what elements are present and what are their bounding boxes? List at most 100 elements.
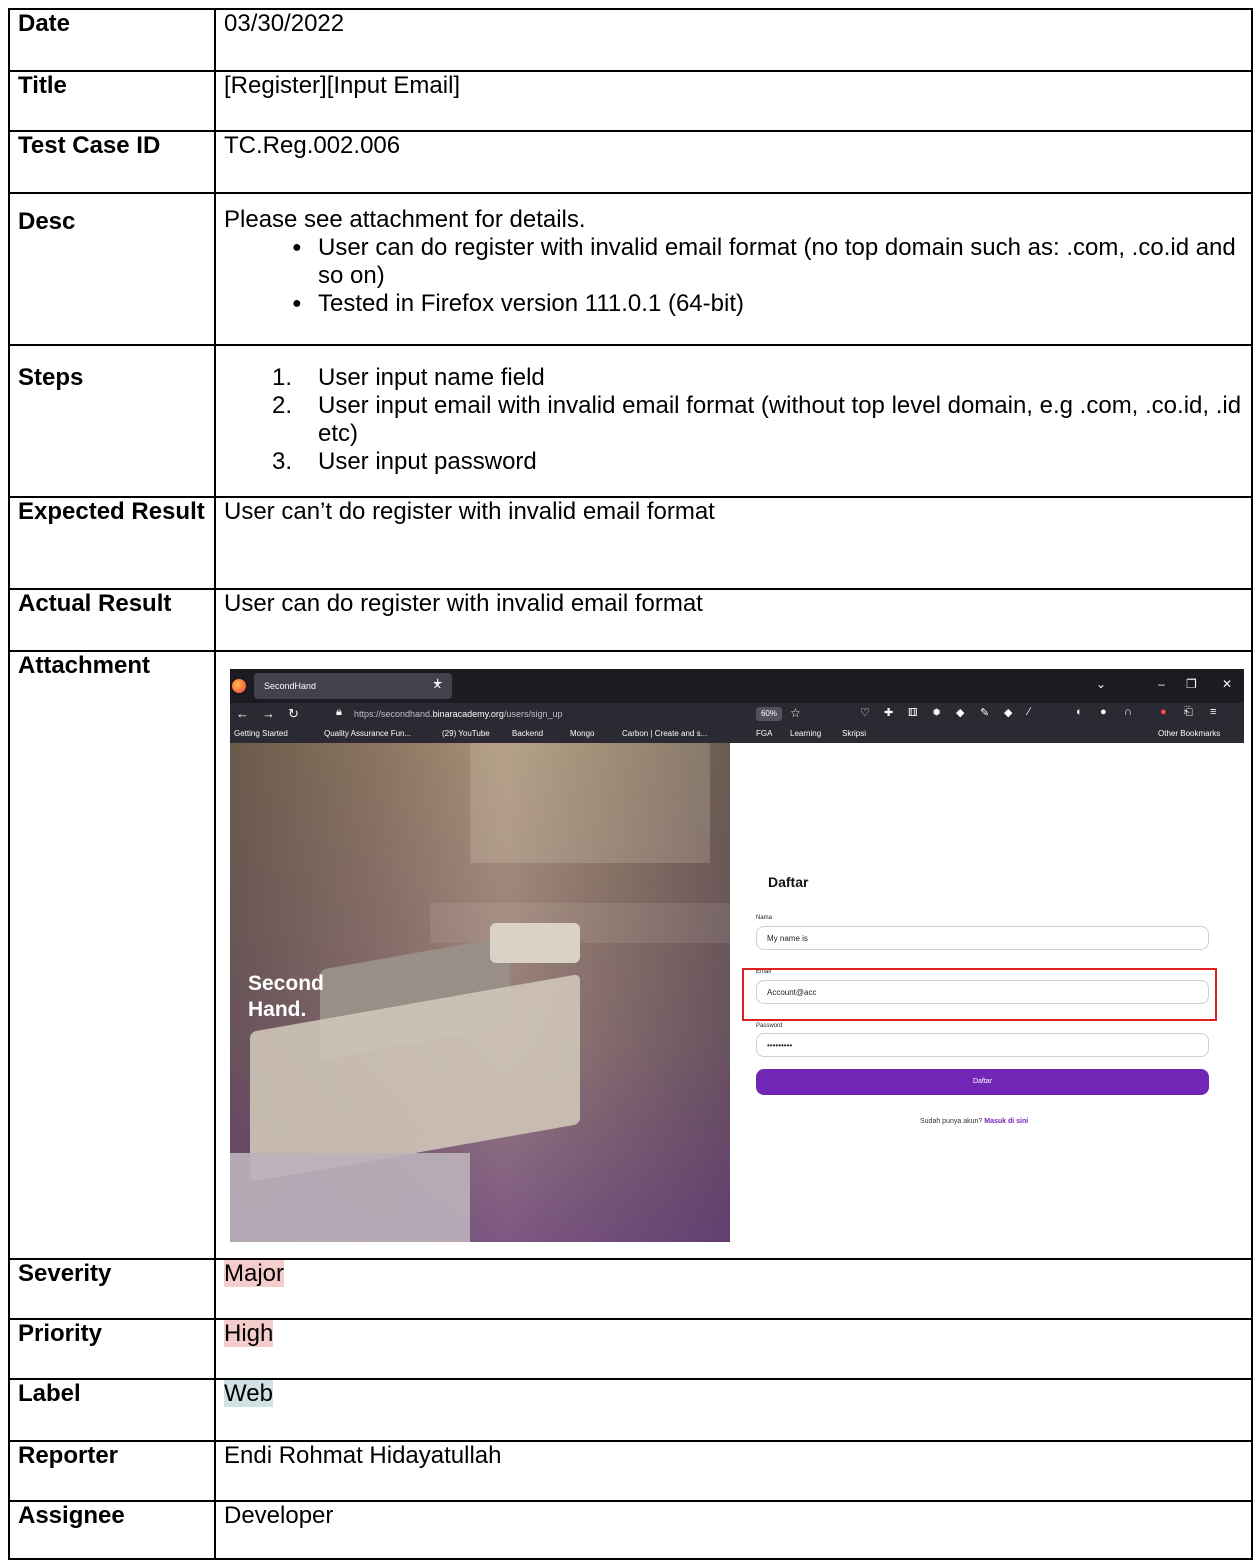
new-tab-icon[interactable]: + [433,675,442,693]
cash-register-display [490,923,580,963]
password-label: Password [756,1023,783,1029]
desc-bullets: User can do register with invalid email … [224,234,1243,318]
bookmark-item[interactable]: Backend [512,725,543,743]
attachment-label: Attachment [8,650,216,1260]
chevron-down-icon[interactable]: ⌄ [1096,677,1106,691]
steps-value: 1. User input name field 2. User input em… [214,344,1253,498]
actual-result-value: User can do register with invalid email … [214,588,1253,652]
step-item: 3. User input password [272,448,1243,476]
row-date: Date 03/30/2022 [8,8,1253,72]
desc-value: Please see attachment for details. User … [214,192,1253,346]
signin-prompt: Sudah punya akun? Masuk di sini [920,1118,1028,1125]
bookmark-star-icon[interactable]: ☆ [790,706,801,720]
close-window-icon[interactable]: ✕ [1222,677,1232,691]
bookmark-item[interactable]: (29) YouTube [442,725,490,743]
row-severity: Severity Major [8,1258,1253,1320]
bookmark-item[interactable]: Mongo [570,725,594,743]
steps-label: Steps [8,344,216,498]
priority-label: Priority [8,1318,216,1380]
desc-bullet: Tested in Firefox version 111.0.1 (64-bi… [292,290,1243,318]
restore-icon[interactable]: ❐ [1186,677,1197,691]
minimize-icon[interactable]: – [1158,677,1165,691]
extension-icon[interactable]: ◆ [956,706,964,719]
browser-tab[interactable]: SecondHand ✕ [254,673,452,699]
test-case-id-value: TC.Reg.002.006 [214,130,1253,194]
back-icon[interactable]: ← [236,706,249,721]
metamask-icon[interactable]: ◆ [1004,706,1012,719]
bookmark-item[interactable]: Quality Assurance Fun... [324,725,411,743]
severity-badge: Major [224,1260,285,1287]
step-text: User input password [318,448,537,475]
menu-icon[interactable]: ≡ [1210,706,1216,718]
extension-icon[interactable]: ⚅ [908,706,918,719]
row-test-case-id: Test Case ID TC.Reg.002.006 [8,130,1253,194]
date-value: 03/30/2022 [214,8,1253,72]
extension-icon[interactable]: ● [1160,706,1167,718]
extension-icon[interactable]: ∕ [1028,706,1030,718]
steps-list: 1. User input name field 2. User input em… [224,364,1243,476]
test-case-id-label: Test Case ID [8,130,216,194]
hero-photo: Second Hand. [230,743,730,1242]
browser-tab-bar: SecondHand ✕ + ⌄ – ❐ ✕ [230,669,1244,703]
step-number: 3. [272,448,293,475]
forward-icon[interactable]: → [262,706,275,721]
row-priority: Priority High [8,1318,1253,1380]
row-actual-result: Actual Result User can do register with … [8,588,1253,652]
bookmark-item[interactable]: FGA [756,725,772,743]
step-number: 2. [272,392,293,419]
row-label: Label Web [8,1378,1253,1442]
signin-text: Sudah punya akun? [920,1118,983,1125]
bookshelf [470,743,710,863]
desc-label: Desc [8,192,216,346]
label-label: Label [8,1378,216,1442]
extension-icon[interactable]: ✹ [932,706,941,719]
other-bookmarks[interactable]: Other Bookmarks [1158,725,1220,743]
url-domain: binaracademy.org [432,709,504,719]
row-desc: Desc Please see attachment for details. … [8,192,1253,346]
firefox-logo-icon [232,679,246,693]
lock-icon: 🔒︎ [336,706,342,718]
severity-value: Major [214,1258,1253,1320]
step-item: 1. User input name field [272,364,1243,392]
reporter-label: Reporter [8,1440,216,1502]
title-label: Title [8,70,216,132]
extension-icon[interactable]: ✚ [884,706,893,719]
title-value: [Register][Input Email] [214,70,1253,132]
zoom-level[interactable]: 60% [756,707,782,721]
register-button[interactable]: Daftar [756,1069,1209,1095]
extension-icon[interactable]: ● [1100,706,1107,718]
attachment-screenshot: SecondHand ✕ + ⌄ – ❐ ✕ ← → ↻ 🔒︎ https://… [230,669,1244,1242]
bookshelf [430,903,730,943]
reporter-value: Endi Rohmat Hidayatullah [214,1440,1253,1502]
severity-label: Severity [8,1258,216,1320]
bookmark-item[interactable]: Learning [790,725,821,743]
extension-icon[interactable]: ◐ [1076,706,1083,718]
desc-intro: Please see attachment for details. [224,206,586,233]
step-number: 1. [272,364,293,391]
label-value: Web [214,1378,1253,1442]
browser-nav-bar: ← → ↻ 🔒︎ https://secondhand.binaracademy… [230,703,1244,725]
extension-icon[interactable]: ✎ [980,706,989,719]
label-badge: Web [224,1380,273,1407]
assignee-value: Developer [214,1500,1253,1560]
extensions-puzzle-icon[interactable]: ⎗ [1184,706,1193,719]
url-bar[interactable]: https://secondhand.binaracademy.org/user… [354,706,774,722]
step-text: User input email with invalid email form… [318,392,1242,447]
pocket-icon[interactable]: ♡ [860,706,870,719]
cash-drawer [230,1153,470,1242]
priority-value: High [214,1318,1253,1380]
password-input[interactable]: ••••••••• [756,1033,1209,1057]
row-title: Title [Register][Input Email] [8,70,1253,132]
row-assignee: Assignee Developer [8,1500,1253,1560]
extension-icon[interactable]: ∩ [1124,706,1132,718]
brand-line: Hand. [248,998,307,1021]
bookmark-item[interactable]: Skripsi [842,725,866,743]
row-expected-result: Expected Result User can’t do register w… [8,496,1253,590]
signin-link[interactable]: Masuk di sini [984,1118,1028,1125]
reload-icon[interactable]: ↻ [288,706,299,722]
name-input[interactable]: My name is [756,926,1209,950]
expected-result-value: User can’t do register with invalid emai… [214,496,1253,590]
row-steps: Steps 1. User input name field 2. User in… [8,344,1253,498]
bookmark-item[interactable]: Carbon | Create and s... [622,725,707,743]
bookmark-item[interactable]: Getting Started [234,725,288,743]
